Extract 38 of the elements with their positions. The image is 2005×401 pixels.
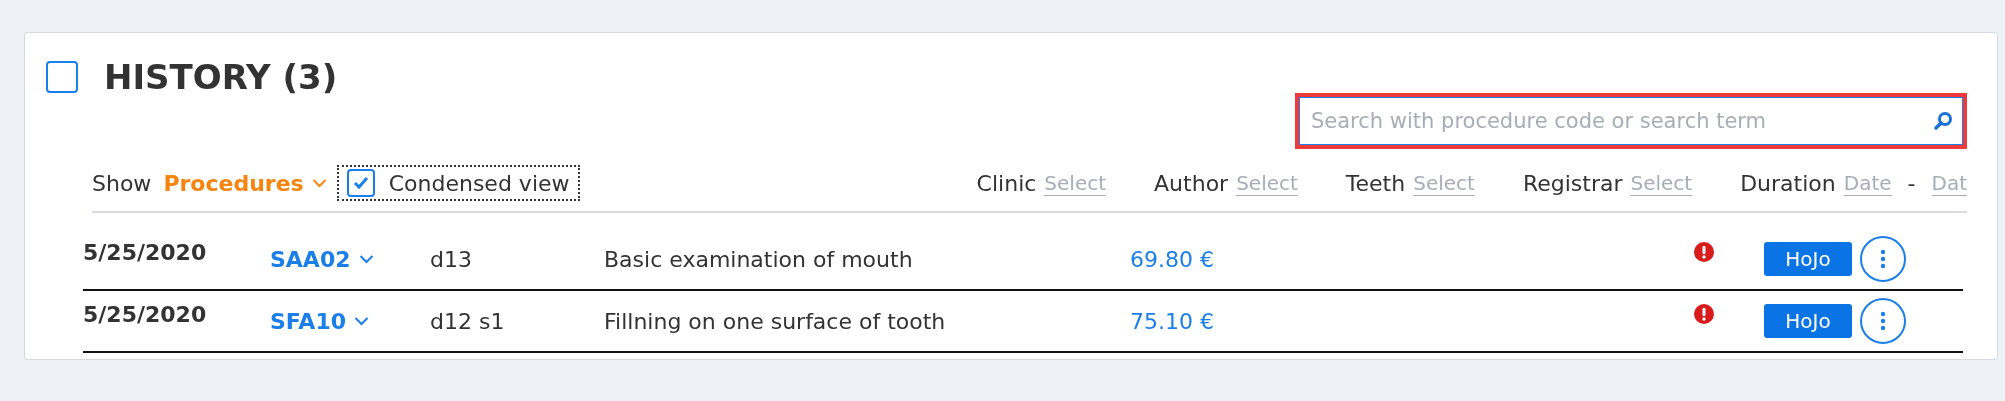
condensed-view-checkbox[interactable]: Condensed view [336,165,580,201]
filter-label: Registrar [1522,170,1623,196]
description-cell-text: Fillning on one surface of tooth [604,308,947,334]
search-icon[interactable] [1933,111,1953,131]
more-options-button[interactable] [1860,236,1906,282]
date-cell-text: 5/25/2020 [83,301,208,327]
date-field[interactable]: Date [1843,170,1892,196]
procedure-code-dropdown[interactable]: SFA10 [270,308,430,334]
price-cell-text: 75.10 € [1129,308,1214,334]
search-field[interactable]: Search with procedure code or search term [1295,93,1967,149]
chevron-down-icon[interactable] [354,316,369,326]
filter-label: Duration [1740,170,1836,196]
filter-label: Clinic [976,170,1037,196]
vertical-dots-icon [1880,249,1886,269]
filter-select[interactable]: Select [1630,170,1693,196]
description-cell-text: Basic examination of mouth [604,246,914,272]
date-field[interactable]: Dat [1931,170,1967,196]
filter-select[interactable]: Select [1236,170,1298,196]
filter-select[interactable]: Select [1044,170,1107,196]
more-options-button[interactable] [1860,298,1906,344]
section-title: HISTORY (3) [104,57,338,97]
filter-select[interactable]: Select [1413,170,1475,196]
show-dropdown[interactable]: Procedures [163,170,327,196]
date-cell-text: 5/25/2020 [83,239,208,265]
chevron-down-icon[interactable] [358,254,374,264]
filter-label: Teeth [1345,170,1406,196]
tooth-cell-text: d13 [430,246,473,272]
show-label: Show [92,170,152,196]
price-cell-text: 69.80 € [1129,246,1214,272]
chevron-down-icon[interactable] [311,178,327,188]
filter-label: Author [1154,170,1229,196]
procedure-code-dropdown[interactable]: SAA02 [270,246,430,272]
author-button[interactable]: HoJo [1764,242,1852,276]
range-separator: - [1907,170,1916,196]
vertical-dots-icon [1880,311,1886,331]
tooth-cell-text: d12 s1 [430,308,506,334]
author-button[interactable]: HoJo [1764,304,1852,338]
select-all-checkbox[interactable] [46,61,78,93]
